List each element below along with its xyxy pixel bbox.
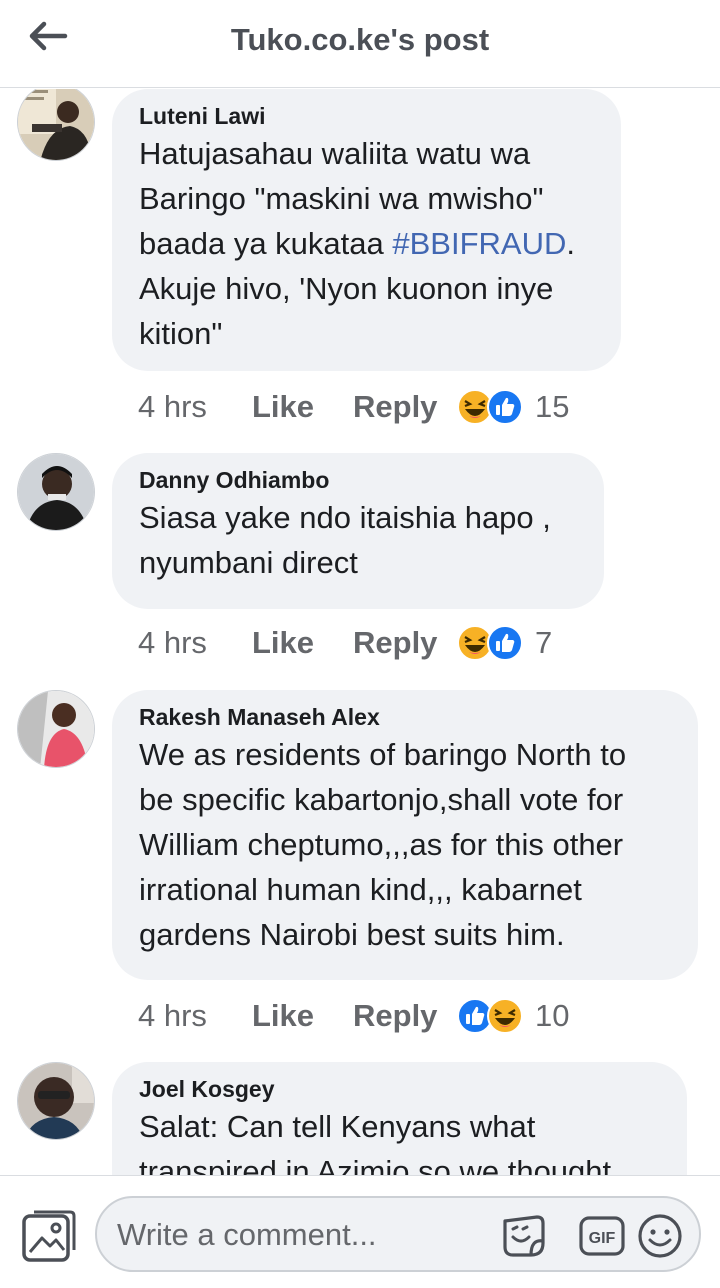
reactions-summary[interactable] [457, 998, 535, 1034]
avatar[interactable] [17, 690, 95, 768]
avatar[interactable] [17, 89, 95, 161]
app-header: Tuko.co.ke's post [0, 0, 720, 88]
comment-author[interactable]: Joel Kosgey [139, 1074, 663, 1104]
comment-bubble[interactable]: Danny Odhiambo Siasa yake ndo itaishia h… [112, 453, 604, 609]
comment-input-box[interactable]: GIF [95, 1196, 701, 1272]
comments-list[interactable]: Luteni Lawi Hatujasahau waliita watu wa … [0, 89, 720, 1175]
emoji-button[interactable] [635, 1211, 685, 1261]
comment-timestamp[interactable]: 4 hrs [138, 998, 252, 1034]
comment-bubble[interactable]: Rakesh Manaseh Alex We as residents of b… [112, 690, 698, 980]
comment-bubble[interactable]: Joel Kosgey Salat: Can tell Kenyans what… [112, 1062, 687, 1175]
comment-input[interactable] [117, 1212, 477, 1258]
sticker-button[interactable] [499, 1211, 549, 1261]
gif-button[interactable]: GIF [577, 1211, 627, 1261]
like-reaction-icon [487, 625, 523, 661]
hashtag-link[interactable]: #BBIFRAUD [392, 226, 566, 261]
add-photo-button[interactable] [20, 1208, 76, 1264]
like-button[interactable]: Like [252, 998, 353, 1034]
reply-button[interactable]: Reply [353, 625, 457, 661]
reply-button[interactable]: Reply [353, 389, 457, 425]
comment-author[interactable]: Danny Odhiambo [139, 465, 580, 495]
comment-text: Salat: Can tell Kenyans what transpired … [139, 1109, 612, 1175]
like-button[interactable]: Like [252, 625, 353, 661]
reactions-summary[interactable] [457, 625, 535, 661]
like-button[interactable]: Like [252, 389, 353, 425]
comment-timestamp[interactable]: 4 hrs [138, 625, 252, 661]
comment-actions: 4 hrs Like Reply 10 [138, 994, 569, 1038]
comment-author[interactable]: Rakesh Manaseh Alex [139, 702, 674, 732]
photo-icon [22, 1210, 76, 1262]
reaction-count[interactable]: 7 [535, 625, 552, 661]
like-reaction-icon [487, 389, 523, 425]
avatar[interactable] [17, 1062, 95, 1140]
emoji-icon [638, 1214, 682, 1258]
comment-author[interactable]: Luteni Lawi [139, 101, 597, 131]
avatar[interactable] [17, 453, 95, 531]
comment-text: We as residents of baringo North to be s… [139, 737, 627, 952]
comment-composer: GIF [0, 1175, 720, 1288]
reactions-summary[interactable] [457, 389, 535, 425]
comment-actions: 4 hrs Like Reply 15 [138, 385, 569, 429]
comment-timestamp[interactable]: 4 hrs [138, 389, 252, 425]
comment-text: Hatujasahau waliita watu wa Baringo "mas… [139, 131, 597, 356]
comment-bubble[interactable]: Luteni Lawi Hatujasahau waliita watu wa … [112, 89, 621, 371]
gif-icon: GIF [579, 1216, 625, 1256]
reaction-count[interactable]: 10 [535, 998, 569, 1034]
page-title: Tuko.co.ke's post [230, 22, 490, 57]
comment-actions: 4 hrs Like Reply 7 [138, 621, 552, 665]
sticker-icon [503, 1215, 545, 1257]
reply-button[interactable]: Reply [353, 998, 457, 1034]
svg-text:GIF: GIF [589, 1230, 616, 1247]
reaction-count[interactable]: 15 [535, 389, 569, 425]
comment-text: Siasa yake ndo itaishia hapo , nyumbani … [139, 500, 551, 580]
haha-reaction-icon [487, 998, 523, 1034]
